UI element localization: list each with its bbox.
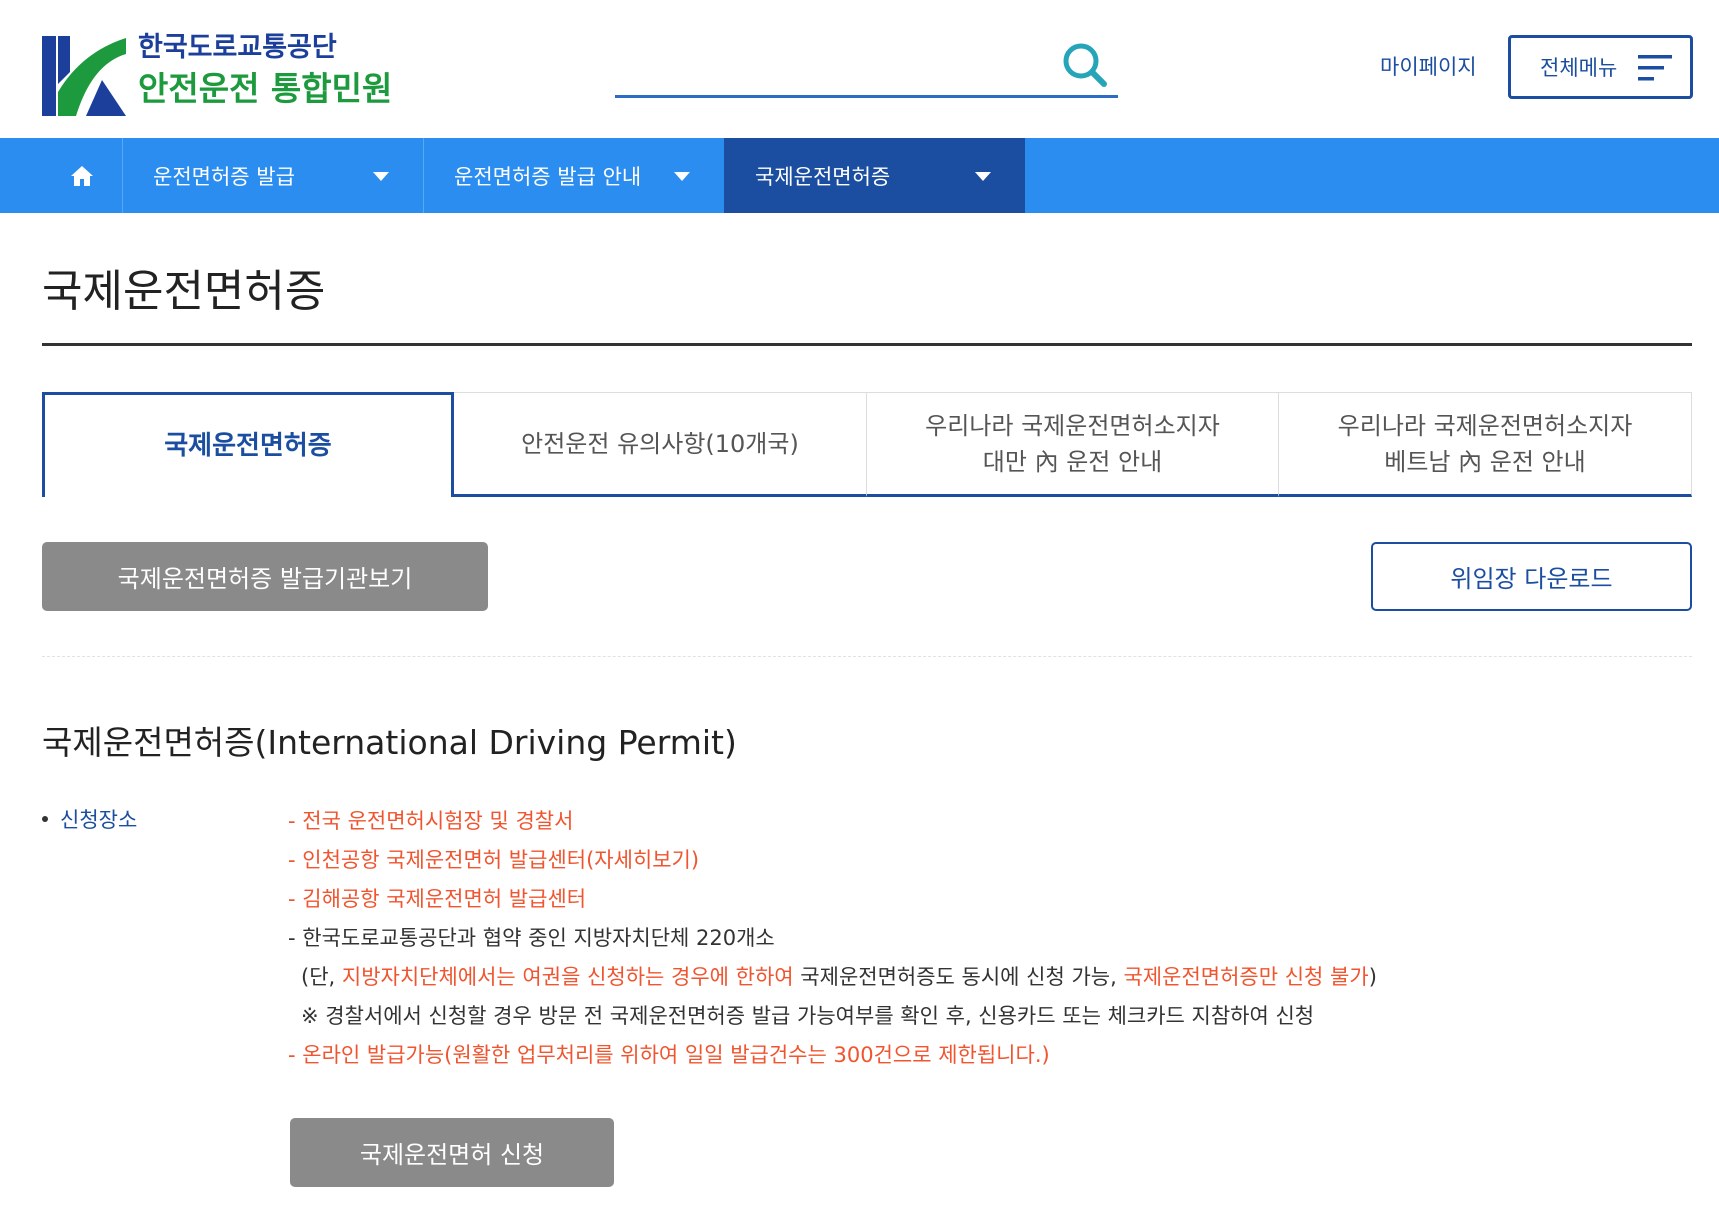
logo-service-name: 안전운전 통합민원 (138, 69, 393, 108)
note-text: ) (1368, 965, 1377, 989)
tab-label-line2: 베트남 內 운전 안내 (1384, 447, 1586, 476)
nav-item-license-issue[interactable]: 운전면허증 발급 (122, 138, 423, 213)
search-bar (615, 34, 1118, 98)
note-highlight: 국제운전면허증만 신청 불가 (1123, 965, 1369, 989)
nav-item-international-license[interactable]: 국제운전면허증 (724, 138, 1025, 213)
mypage-link[interactable]: 마이페이지 (1380, 52, 1477, 82)
nav-item-label: 운전면허증 발급 (153, 164, 295, 189)
caret-down-icon (975, 172, 991, 181)
tab-vietnam-guide[interactable]: 우리나라 국제운전면허소지자 베트남 內 운전 안내 (1279, 392, 1692, 497)
bullet-icon (42, 816, 48, 822)
site-header: 한국도로교통공단 안전운전 통합민원 마이페이지 전체메뉴 (0, 0, 1719, 138)
search-icon[interactable] (1060, 40, 1110, 90)
tab-safety-notes[interactable]: 안전운전 유의사항(10개국) (454, 392, 867, 497)
tab-label-line1: 우리나라 국제운전면허소지자 (1337, 411, 1633, 440)
all-menu-button[interactable]: 전체메뉴 (1508, 35, 1693, 99)
logo-org-name: 한국도로교통공단 (138, 32, 337, 63)
search-input[interactable] (615, 44, 1045, 90)
logo-mark-icon (42, 36, 126, 116)
list-item-note: (단, 지방자치단체에서는 여권을 신청하는 경우에 한하여 국제운전면허증도 … (288, 958, 1688, 997)
hamburger-icon (1638, 55, 1672, 81)
nav-item-label: 운전면허증 발급 안내 (454, 164, 642, 189)
home-button[interactable] (42, 138, 122, 213)
list-item: - 전국 운전면허시험장 및 경찰서 (288, 809, 574, 833)
tab-international-license[interactable]: 국제운전면허증 (42, 392, 454, 497)
section-title: 국제운전면허증(International Driving Permit) (42, 723, 737, 762)
tab-label: 안전운전 유의사항(10개국) (521, 429, 799, 458)
note-text: (단, (301, 965, 342, 989)
list-item: - 한국도로교통공단과 협약 중인 지방자치단체 220개소 (288, 926, 775, 950)
info-label: 신청장소 (42, 805, 137, 835)
tab-label-line1: 우리나라 국제운전면허소지자 (925, 411, 1220, 440)
title-divider (42, 343, 1692, 346)
info-label-text: 신청장소 (60, 808, 138, 832)
application-places-list: - 전국 운전면허시험장 및 경찰서 - 인천공항 국제운전면허 발급센터(자세… (288, 802, 1688, 1075)
logo-text: 한국도로교통공단 안전운전 통합민원 (138, 30, 392, 112)
nav-item-label: 국제운전면허증 (755, 164, 891, 189)
note-highlight: 지방자치단체에서는 여권을 신청하는 경우에 한하여 (341, 965, 794, 989)
power-of-attorney-download-button[interactable]: 위임장 다운로드 (1371, 542, 1692, 611)
list-item: - 김해공항 국제운전면허 발급센터 (288, 887, 587, 911)
list-item-police-note: ※ 경찰서에서 신청할 경우 방문 전 국제운전면허증 발급 가능여부를 확인 … (301, 1004, 1315, 1028)
site-logo[interactable]: 한국도로교통공단 안전운전 통합민원 (42, 32, 392, 122)
content-tabs: 국제운전면허증 안전운전 유의사항(10개국) 우리나라 국제운전면허소지자 대… (42, 392, 1692, 497)
nav-item-license-guide[interactable]: 운전면허증 발급 안내 (423, 138, 724, 213)
page-title: 국제운전면허증 (42, 266, 326, 317)
tab-label: 국제운전면허증 (164, 431, 332, 461)
tab-taiwan-guide[interactable]: 우리나라 국제운전면허소지자 대만 內 운전 안내 (867, 392, 1279, 497)
list-item-incheon-link[interactable]: - 인천공항 국제운전면허 발급센터(자세히보기) (288, 841, 1688, 880)
home-icon (71, 165, 93, 186)
caret-down-icon (674, 172, 690, 181)
issuer-list-button[interactable]: 국제운전면허증 발급기관보기 (42, 542, 488, 611)
caret-down-icon (373, 172, 389, 181)
section-divider (42, 656, 1692, 657)
list-item-online: - 온라인 발급가능(원활한 업무처리를 위하여 일일 발급건수는 300건으로… (288, 1043, 1050, 1067)
note-text: 국제운전면허증도 동시에 신청 가능, (793, 965, 1124, 989)
all-menu-label: 전체메뉴 (1540, 56, 1618, 80)
tab-label-line2: 대만 內 운전 안내 (982, 447, 1163, 476)
apply-international-license-button[interactable]: 국제운전면허 신청 (290, 1118, 614, 1187)
main-nav: 운전면허증 발급 운전면허증 발급 안내 국제운전면허증 (0, 138, 1719, 213)
